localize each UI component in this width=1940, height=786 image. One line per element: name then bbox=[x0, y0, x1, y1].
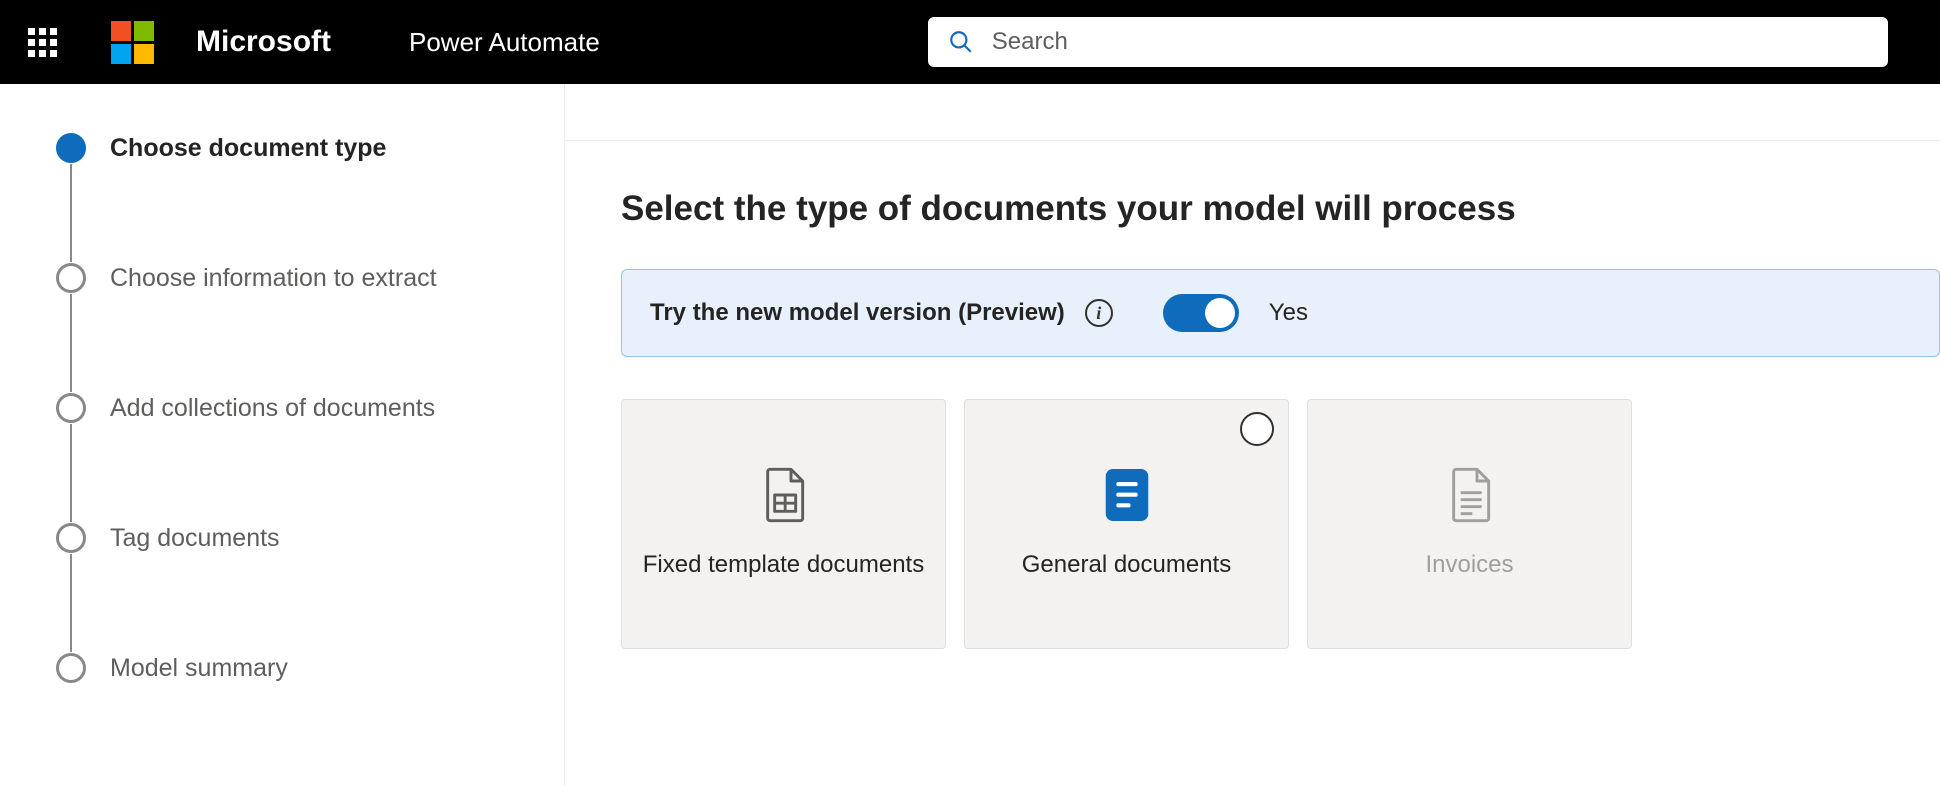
header: Microsoft Power Automate bbox=[0, 0, 1940, 84]
microsoft-logo-icon bbox=[111, 21, 154, 64]
card-general-documents[interactable]: General documents bbox=[964, 399, 1289, 649]
file-template-icon bbox=[759, 467, 809, 523]
step-label: Model summary bbox=[110, 654, 288, 683]
step-label: Tag documents bbox=[110, 524, 280, 553]
card-radio[interactable] bbox=[1240, 412, 1274, 446]
step-add-collections[interactable]: Add collections of documents bbox=[56, 392, 524, 424]
preview-banner: Try the new model version (Preview) i Ye… bbox=[621, 269, 1940, 357]
step-choose-document-type[interactable]: Choose document type bbox=[56, 132, 524, 164]
step-label: Choose document type bbox=[110, 134, 386, 163]
wizard-sidebar: Choose document type Choose information … bbox=[0, 84, 565, 786]
app-name: Power Automate bbox=[409, 27, 600, 58]
search-box[interactable] bbox=[928, 17, 1888, 67]
card-fixed-template[interactable]: Fixed template documents bbox=[621, 399, 946, 649]
card-label: Invoices bbox=[1425, 549, 1513, 580]
search-icon bbox=[948, 29, 974, 55]
step-bullet-icon bbox=[56, 393, 86, 423]
step-tag-documents[interactable]: Tag documents bbox=[56, 522, 524, 554]
file-general-icon bbox=[1105, 467, 1149, 523]
brand-name: Microsoft bbox=[196, 25, 331, 59]
file-invoice-icon bbox=[1445, 467, 1495, 523]
app-launcher-icon[interactable] bbox=[28, 28, 57, 57]
step-bullet-icon bbox=[56, 263, 86, 293]
card-invoices[interactable]: Invoices bbox=[1307, 399, 1632, 649]
preview-text: Try the new model version (Preview) bbox=[650, 299, 1065, 327]
page-title: Select the type of documents your model … bbox=[621, 189, 1940, 229]
step-model-summary[interactable]: Model summary bbox=[56, 652, 524, 684]
main-content: Select the type of documents your model … bbox=[565, 84, 1940, 786]
card-label: Fixed template documents bbox=[643, 549, 924, 580]
step-label: Choose information to extract bbox=[110, 264, 437, 293]
info-icon[interactable]: i bbox=[1085, 299, 1113, 327]
toggle-label: Yes bbox=[1269, 299, 1308, 327]
step-bullet-icon bbox=[56, 653, 86, 683]
document-type-cards: Fixed template documents General documen… bbox=[621, 399, 1940, 649]
search-input[interactable] bbox=[992, 28, 1868, 56]
preview-toggle[interactable] bbox=[1163, 294, 1239, 332]
step-label: Add collections of documents bbox=[110, 394, 435, 423]
step-bullet-icon bbox=[56, 133, 86, 163]
card-label: General documents bbox=[1022, 549, 1231, 580]
step-bullet-icon bbox=[56, 523, 86, 553]
step-choose-information[interactable]: Choose information to extract bbox=[56, 262, 524, 294]
